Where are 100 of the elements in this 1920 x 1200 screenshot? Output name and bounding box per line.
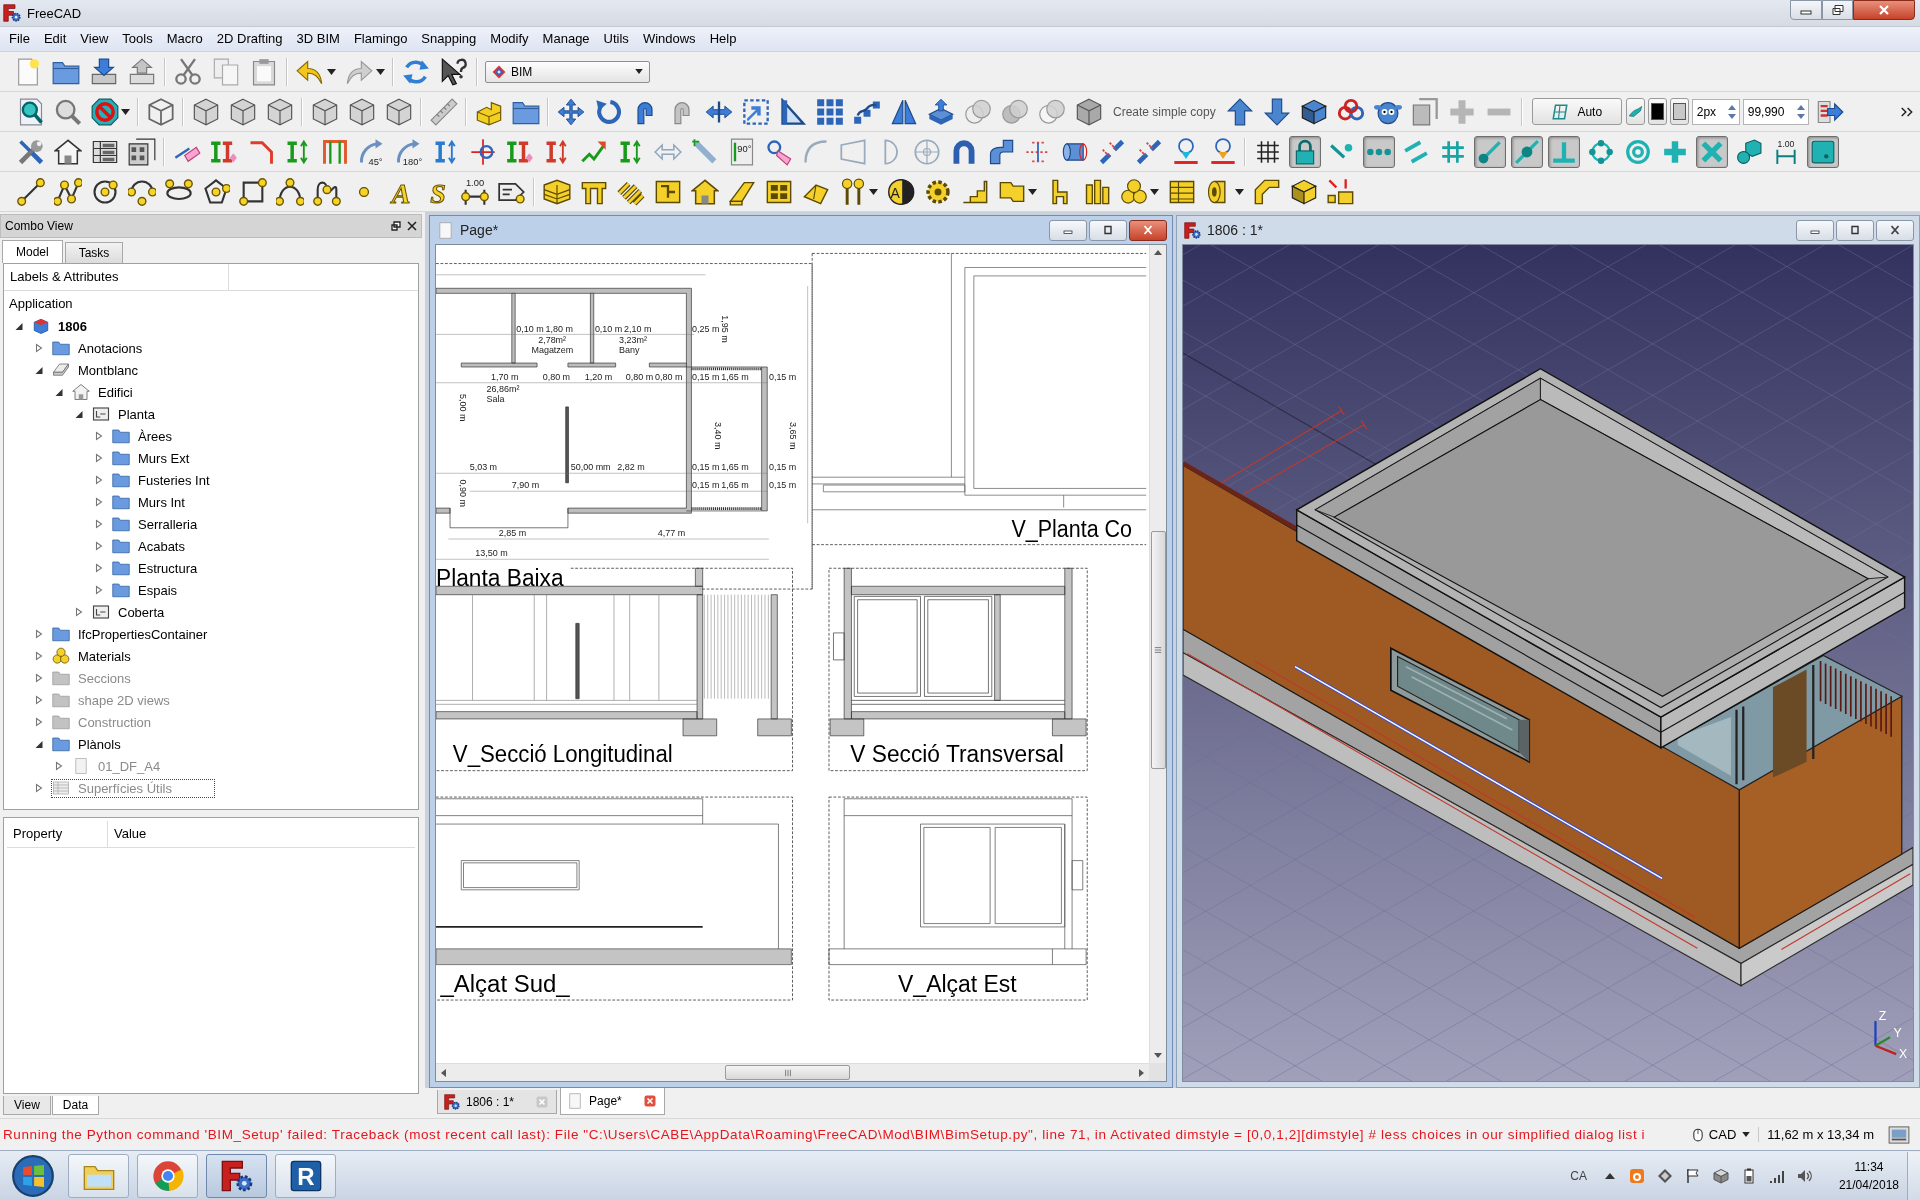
pin-line-icon[interactable] — [1171, 137, 1200, 166]
expand-arrow-icon[interactable] — [74, 409, 84, 419]
tree-item[interactable]: Seccions — [51, 668, 138, 688]
arrow-left-icon[interactable] — [439, 1067, 449, 1078]
cube-icon[interactable] — [265, 97, 294, 126]
snap-toggle-button[interactable] — [1695, 135, 1728, 168]
bent-plate-icon[interactable] — [1252, 177, 1281, 206]
arrow-right-icon[interactable] — [1136, 1067, 1146, 1078]
tree-item[interactable]: Murs Int — [111, 492, 192, 512]
roof-slab[interactable] — [1295, 367, 1906, 750]
cube-icon[interactable] — [310, 97, 339, 126]
navigation-style-dropdown[interactable]: CAD — [1684, 1122, 1759, 1147]
pentagon-icon[interactable] — [201, 177, 230, 206]
maximize-button[interactable] — [1836, 219, 1874, 241]
line-width-field[interactable]: 2px — [1691, 98, 1740, 125]
cube-icon[interactable] — [347, 97, 376, 126]
tree-item[interactable]: Montblanc — [51, 360, 145, 380]
cube-icon[interactable] — [384, 97, 413, 126]
scissors-icon[interactable] — [174, 57, 202, 86]
frame-icon[interactable] — [320, 137, 349, 166]
box-icon[interactable] — [1300, 97, 1329, 126]
close-button[interactable] — [1876, 219, 1914, 241]
wrench-screwdriver-icon[interactable] — [16, 137, 45, 166]
tab[interactable]: Data — [51, 1096, 100, 1115]
close-button[interactable] — [1129, 219, 1167, 241]
caret-icon[interactable] — [869, 188, 878, 195]
simple-copy-button[interactable]: Create simple copy — [1109, 98, 1220, 125]
expand-arrow-icon[interactable] — [54, 387, 64, 397]
box-arrow-up-icon[interactable] — [926, 97, 955, 126]
tree-item[interactable]: Edifici — [71, 382, 140, 402]
column-header[interactable]: Labels & Attributes — [4, 264, 229, 290]
snap-toggle-button[interactable] — [1473, 135, 1506, 168]
pipe-segments-icon[interactable] — [1134, 137, 1163, 166]
tree-item[interactable]: Murs Ext — [111, 448, 197, 468]
arrow-down-icon[interactable] — [1263, 97, 1292, 126]
caret-icon[interactable] — [1235, 188, 1244, 195]
magnifier-icon[interactable] — [53, 97, 82, 126]
column-header[interactable]: Value — [108, 821, 147, 847]
dimension-line[interactable] — [1254, 660, 1696, 918]
arrow-down-icon[interactable] — [1153, 1050, 1163, 1060]
tab[interactable]: Model — [2, 240, 63, 263]
close-icon[interactable] — [407, 221, 417, 231]
expand-arrow-icon[interactable] — [34, 739, 44, 749]
tree-item[interactable]: shape 2D views — [51, 690, 177, 710]
tree-item[interactable]: Estructura — [111, 558, 205, 578]
flag-icon[interactable] — [1684, 1167, 1701, 1184]
language-indicator[interactable]: CA — [1570, 1168, 1587, 1183]
download-tray-icon[interactable] — [90, 57, 118, 86]
diamond-icon[interactable] — [1656, 1167, 1673, 1184]
house-icon[interactable] — [53, 137, 82, 166]
line-icon[interactable] — [16, 177, 45, 206]
cube-icon[interactable] — [228, 97, 257, 126]
caret-icon[interactable] — [376, 68, 385, 75]
color-button[interactable] — [1647, 98, 1667, 125]
menu-item[interactable]: Windows — [635, 29, 703, 49]
arc-icon[interactable] — [127, 177, 156, 206]
stacked-sheets-icon[interactable] — [1411, 97, 1440, 126]
menu-item[interactable]: Edit — [36, 29, 74, 49]
start-button[interactable] — [11, 1153, 55, 1198]
upload-tray-icon[interactable] — [128, 57, 156, 86]
tree-item[interactable]: Serralleria — [111, 514, 205, 534]
menu-item[interactable]: View — [73, 29, 116, 49]
tree-item[interactable]: Materials — [51, 646, 138, 666]
crosshair-circle-icon[interactable] — [468, 137, 497, 166]
maximize-button[interactable] — [1089, 219, 1127, 241]
tab[interactable]: Tasks — [64, 242, 124, 263]
cursor-question-icon[interactable] — [440, 57, 468, 86]
clock-date[interactable]: 21/04/2018 — [1838, 1175, 1899, 1194]
tree-item[interactable]: 1806 — [31, 316, 94, 336]
menu-item[interactable]: Utils — [596, 29, 636, 49]
dimension-line[interactable] — [1242, 419, 1368, 495]
tree-item[interactable]: Plànols — [51, 734, 128, 754]
rectangle-icon[interactable] — [238, 177, 267, 206]
tree-item[interactable]: Acabats — [111, 536, 192, 556]
document-tab[interactable]: Page* — [560, 1088, 665, 1115]
color-button[interactable] — [1669, 98, 1689, 125]
highlighted-edge[interactable] — [1294, 665, 1663, 880]
overlapping-squares-icon[interactable] — [391, 221, 401, 231]
tab[interactable]: View — [3, 1096, 51, 1115]
tree-item[interactable]: 01_DF_A4 — [71, 756, 168, 776]
framed-picture-icon[interactable] — [1888, 1125, 1910, 1144]
menu-item[interactable]: File — [2, 29, 37, 49]
caret-icon[interactable] — [1028, 188, 1037, 195]
four-way-arrow-icon[interactable] — [556, 97, 585, 126]
taskbar-button[interactable]: R — [275, 1153, 336, 1198]
dimension-line[interactable] — [1186, 653, 1698, 949]
menu-item[interactable]: 2D Drafting — [209, 29, 290, 49]
menu-item[interactable]: Tools — [115, 29, 160, 49]
tree-item[interactable]: Anotacions — [51, 338, 150, 358]
minimize-button[interactable] — [1049, 219, 1087, 241]
gear-icon[interactable] — [923, 177, 952, 206]
tree-item[interactable]: Espais — [111, 580, 185, 600]
cube-icon[interactable] — [191, 97, 220, 126]
menu-item[interactable]: Help — [702, 29, 744, 49]
arrow-up-icon[interactable] — [1153, 248, 1163, 258]
menu-item[interactable]: Snapping — [414, 29, 484, 49]
brick-wall-icon[interactable] — [542, 177, 571, 206]
caret-icon[interactable] — [1150, 188, 1159, 195]
menu-item[interactable]: 3D BIM — [289, 29, 347, 49]
snap-toggle-button[interactable] — [1510, 135, 1543, 168]
